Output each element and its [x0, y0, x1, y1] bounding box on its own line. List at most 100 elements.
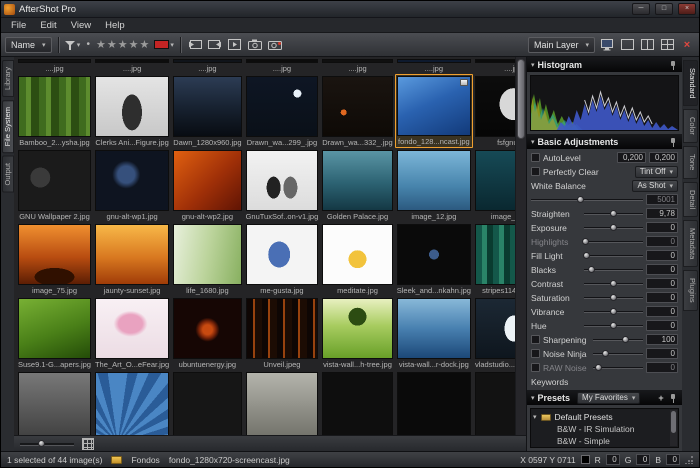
value-box[interactable]: 0 [646, 278, 678, 289]
menu-help[interactable]: Help [98, 20, 132, 31]
slider-straighten[interactable] [584, 209, 643, 218]
thumbnail-cell[interactable]: Bamboo_2...ysha.jpg [16, 74, 93, 148]
thumbnail-cell[interactable]: Sleek_and...nkahn.jpg [395, 222, 473, 296]
slider-contrast[interactable] [584, 279, 643, 288]
right-tab-metadata[interactable]: Metadata [683, 220, 698, 267]
slider-knob[interactable] [582, 238, 589, 245]
scrollbar-thumb[interactable] [671, 411, 676, 433]
slider-knob[interactable] [610, 308, 617, 315]
slider-knob[interactable] [610, 322, 617, 329]
value-box[interactable]: 100 [646, 334, 678, 345]
slideshow-button[interactable] [227, 36, 243, 54]
slider-noise-ninja[interactable] [593, 349, 643, 358]
slider-saturation[interactable] [584, 293, 643, 302]
value-box[interactable]: 0 [646, 222, 678, 233]
tethered-capture-button[interactable] [267, 36, 283, 54]
maximize-button[interactable]: □ [655, 3, 673, 15]
basic-adjustments-header[interactable]: ▾ Basic Adjustments [527, 134, 682, 149]
thumbnail-cell[interactable] [16, 370, 93, 435]
current-folder[interactable]: Fondos [131, 455, 159, 465]
left-tab-output[interactable]: Output [2, 156, 14, 193]
thumbnail-cell[interactable]: Dawn_1280x960.jpg [171, 74, 243, 148]
no-rating-dot-icon[interactable]: • [85, 39, 93, 50]
preview-monitor-button[interactable] [599, 36, 615, 54]
slider-knob[interactable] [610, 210, 617, 217]
thumbnail-cell[interactable]: meditate.jpg [320, 222, 394, 296]
favorites-dropdown[interactable]: My Favorites ▾ [577, 392, 640, 404]
tree-expand-icon[interactable]: ▾ [533, 413, 537, 421]
thumbnail-cell[interactable]: The_Art_O...eFear.jpg [93, 296, 171, 370]
value-box[interactable]: 0 [646, 236, 678, 247]
slider-hue[interactable] [584, 321, 643, 330]
thumbnail-cell[interactable]: ....jpg [16, 57, 93, 74]
pin-icon[interactable] [669, 60, 678, 70]
thumbnail-cell[interactable]: ....jpg [244, 57, 321, 74]
sort-dropdown[interactable]: Name ▾ [5, 37, 52, 53]
white-balance-dropdown[interactable]: As Shot▾ [632, 180, 678, 192]
histogram-header[interactable]: ▾ Histogram [527, 57, 682, 72]
thumbnail-cell[interactable]: image_12.jpg [395, 148, 473, 222]
layout-single-button[interactable] [619, 36, 635, 54]
value-box[interactable]: 0 [646, 250, 678, 261]
presets-scrollbar[interactable] [670, 410, 677, 446]
star-icon[interactable]: ★ [107, 39, 118, 51]
menu-view[interactable]: View [64, 20, 98, 31]
thumbnail-cell[interactable]: ....jpg [93, 57, 171, 74]
slider-sharpening[interactable] [593, 335, 643, 344]
star-icon[interactable]: ★ [129, 39, 140, 51]
filter-dropdown[interactable]: ▾ [65, 36, 81, 54]
value-box[interactable]: 9,78 [646, 208, 678, 219]
thumbnail-cell[interactable] [171, 370, 243, 435]
value-box[interactable]: 0,200 [649, 152, 678, 163]
layout-split-button[interactable] [639, 36, 655, 54]
value-box[interactable]: 0 [646, 292, 678, 303]
thumbnail-cell[interactable]: GnuTuxSof..on-v1.jpg [244, 148, 321, 222]
left-tab-file-system[interactable]: File System [2, 100, 14, 153]
slider-knob[interactable] [602, 350, 609, 357]
preset-item-b-w-simple[interactable]: B&W - Simple [533, 435, 676, 447]
thumbnail-cell[interactable]: Drawn_wa...299_.jpg [244, 74, 321, 148]
left-tab-library[interactable]: Library [2, 60, 14, 97]
slider-knob[interactable] [622, 336, 629, 343]
layout-grid-button[interactable] [659, 36, 675, 54]
thumbnail-cell[interactable]: Suse9.1-G...apers.jpg [16, 296, 93, 370]
thumbnail-cell[interactable]: vista-wall...h-tree.jpg [320, 296, 394, 370]
right-tab-color[interactable]: Color [683, 109, 698, 143]
next-image-button[interactable] [207, 36, 223, 54]
thumbnail-cell[interactable]: jaunty-sunset.jpg [93, 222, 171, 296]
color-label-filter[interactable]: ▾ [154, 36, 174, 54]
scrollbar-thumb[interactable] [517, 59, 525, 139]
slider-knob[interactable] [610, 224, 617, 231]
slider-raw-noise[interactable] [593, 363, 643, 372]
star-icon[interactable]: ★ [96, 39, 107, 51]
star-rating-filter[interactable]: ★★★★★ [96, 38, 150, 51]
minimize-button[interactable]: ─ [632, 3, 650, 15]
value-box[interactable]: 0 [646, 362, 678, 373]
value-box[interactable]: 5001 [646, 194, 678, 205]
thumbnail-cell[interactable]: GNU Wallpaper 2.jpg [16, 148, 93, 222]
raw-noise-checkbox[interactable] [531, 363, 540, 372]
thumbnail-cell[interactable]: Drawn_wa...332_.jpg [320, 74, 394, 148]
thumbnail-cell[interactable]: ....jpg [171, 57, 243, 74]
thumbnail-cell[interactable]: ubuntuenergy.jpg [171, 296, 243, 370]
title-bar[interactable]: AfterShot Pro ─ □ × [1, 1, 699, 18]
resize-grip[interactable] [685, 456, 693, 464]
autolevel-checkbox[interactable] [531, 153, 540, 162]
noise-ninja-checkbox[interactable] [531, 349, 540, 358]
slider-knob[interactable] [583, 252, 590, 259]
menu-edit[interactable]: Edit [33, 20, 63, 31]
thumbnail-cell[interactable] [244, 370, 321, 435]
value-box[interactable]: 0,200 [617, 152, 646, 163]
thumbnail-cell[interactable]: gnu-alt-wp1.jpg [93, 148, 171, 222]
slider-blacks[interactable] [584, 265, 643, 274]
previous-image-button[interactable] [187, 36, 203, 54]
value-box[interactable]: 0 [646, 264, 678, 275]
slider-knob[interactable] [577, 196, 584, 203]
thumbnail-cell[interactable] [93, 370, 171, 435]
slider-knob[interactable] [588, 266, 595, 273]
perfectly-clear-dropdown[interactable]: Tint Off▾ [635, 166, 678, 178]
grid-scrollbar[interactable] [515, 57, 526, 435]
thumbnail-cell[interactable]: image_75.jpg [16, 222, 93, 296]
thumbnail-cell[interactable]: ....jpg [395, 57, 473, 74]
right-tab-tone[interactable]: Tone [683, 146, 698, 178]
